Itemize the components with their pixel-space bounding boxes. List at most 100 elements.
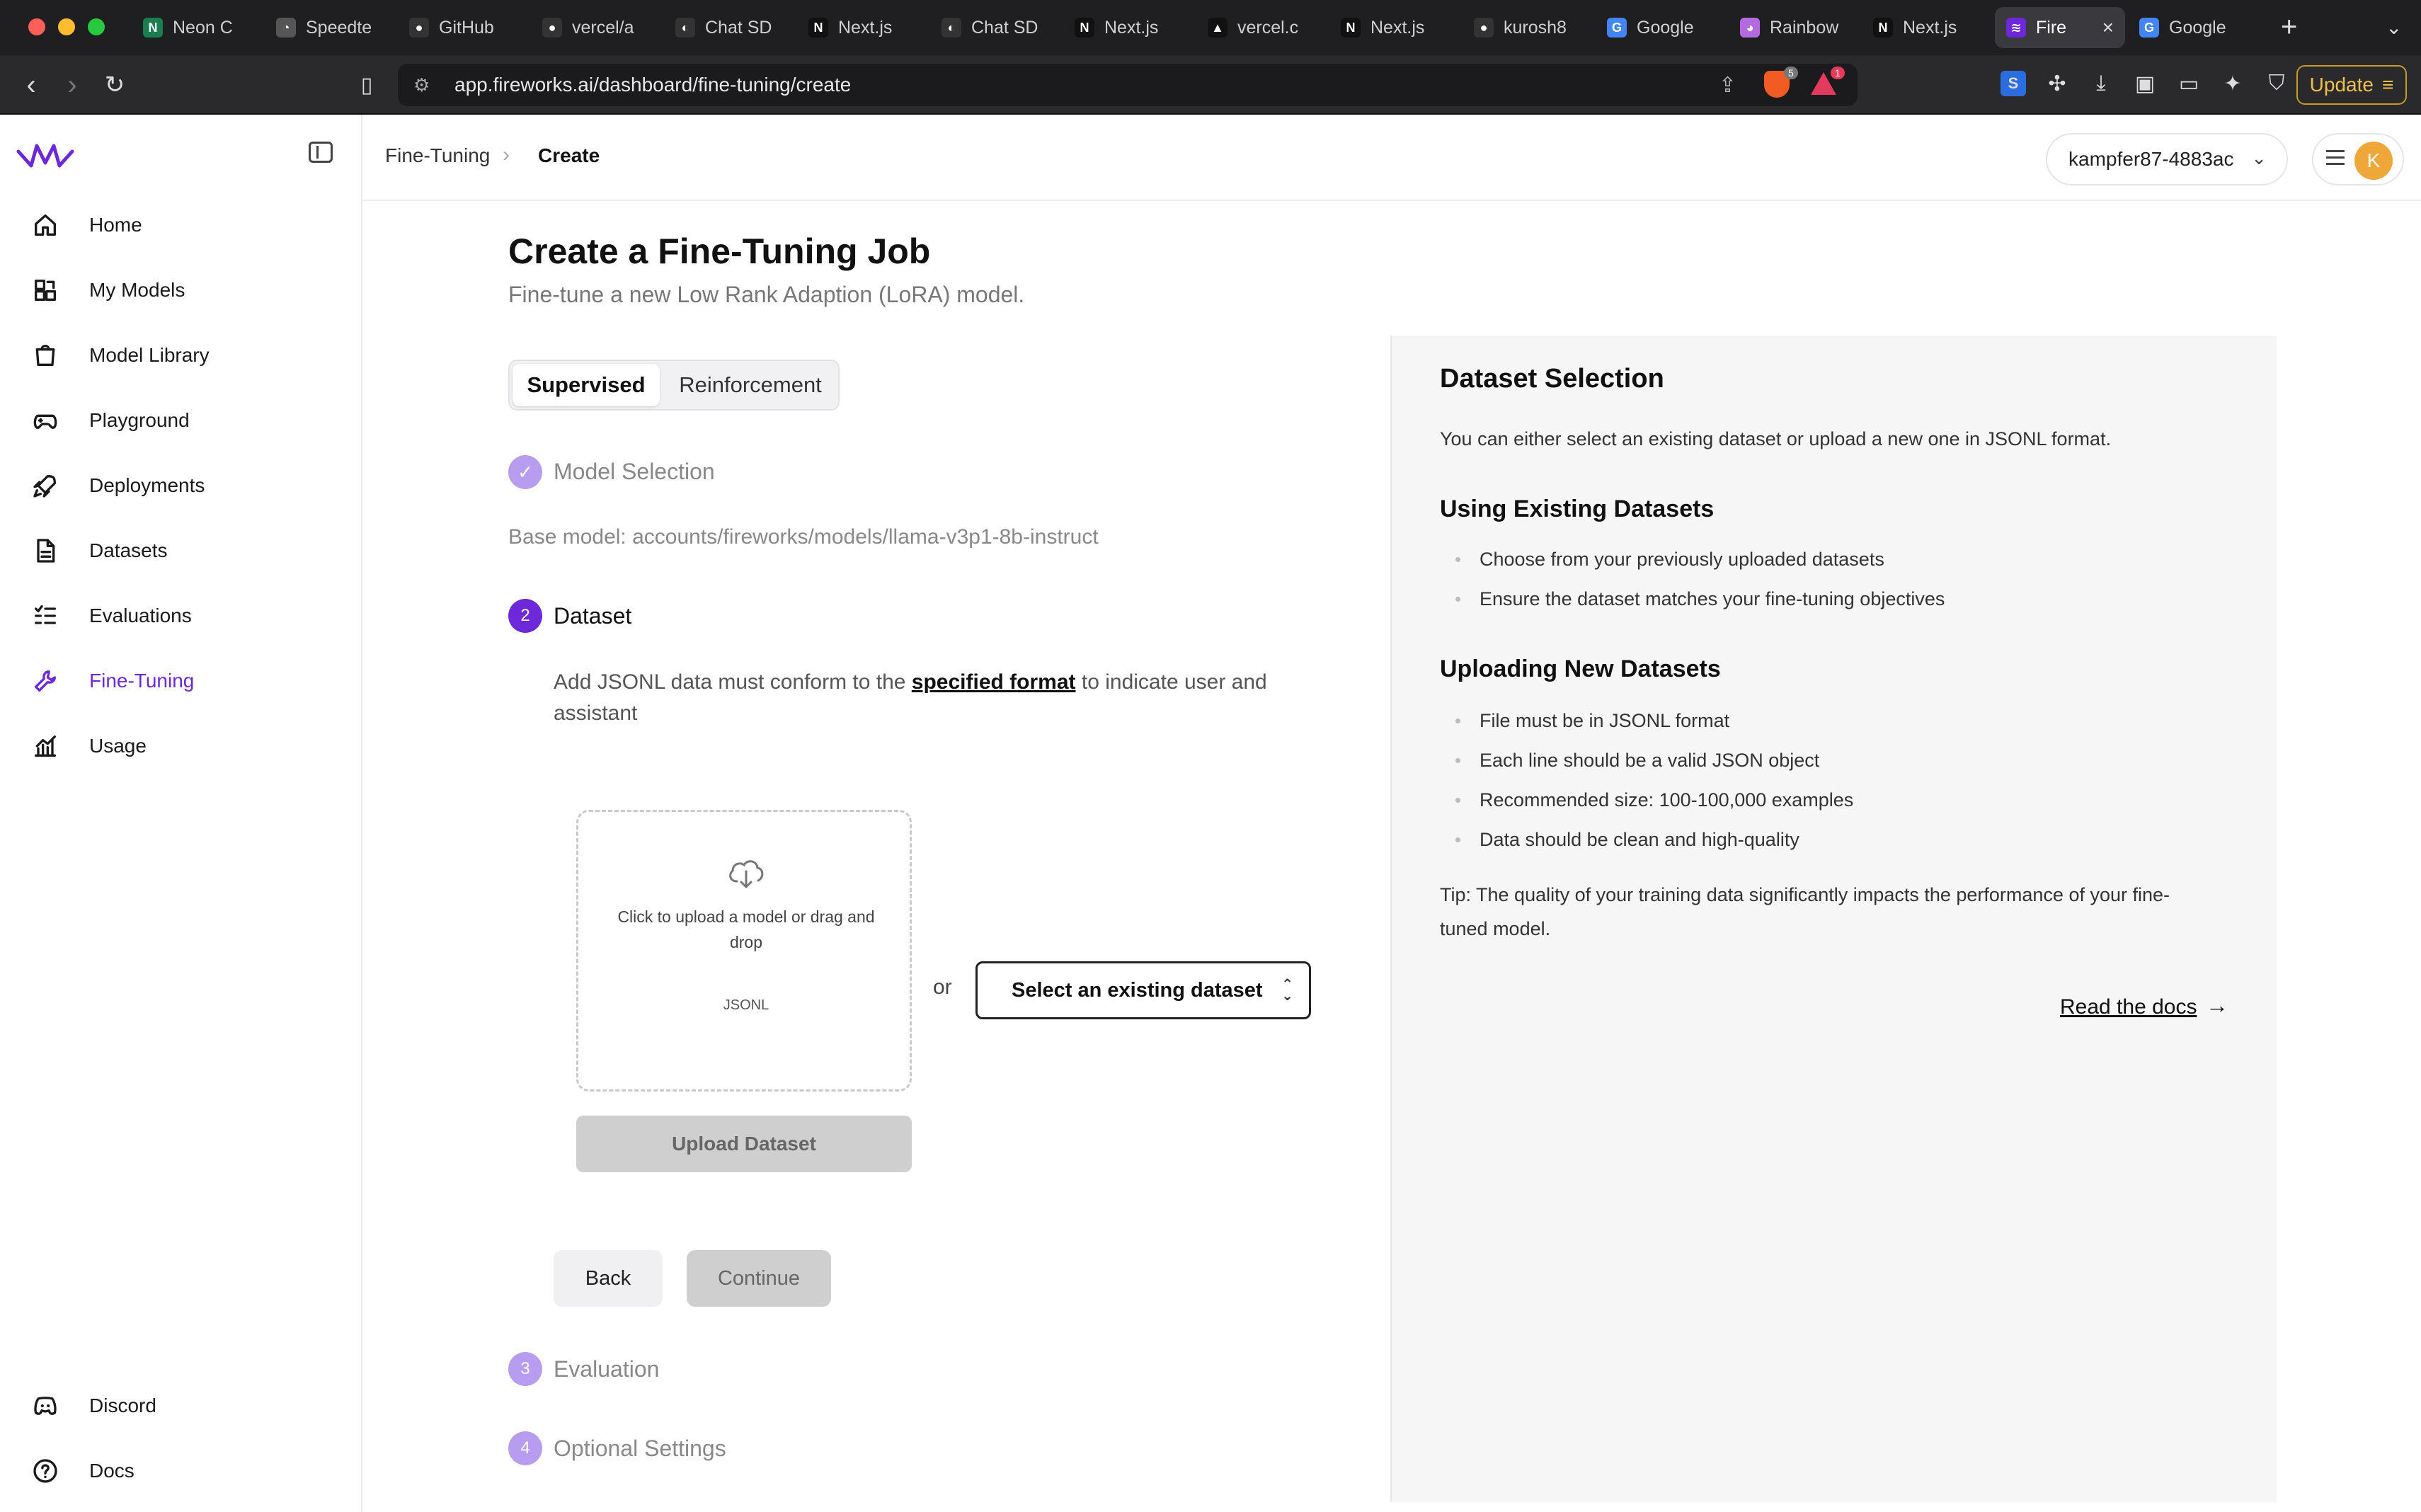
read-the-docs-link[interactable]: Read the docs	[2060, 995, 2197, 1019]
window-controls	[28, 18, 105, 35]
upload-dropzone[interactable]: Click to upload a model or drag and drop…	[576, 810, 912, 1092]
dropzone-instructions: Click to upload a model or drag and drop	[617, 907, 875, 951]
browser-tab[interactable]: ● GitHub	[398, 7, 528, 48]
close-window-button[interactable]	[28, 18, 45, 35]
tab-favicon-icon: ◐	[675, 18, 695, 38]
sidebar-item-playground[interactable]: Playground	[28, 398, 340, 443]
browser-tab[interactable]: N Next.js	[1063, 7, 1194, 48]
browser-tab[interactable]: ▲ vercel.c	[1196, 7, 1327, 48]
tab-title: Google	[1637, 17, 1694, 38]
minimize-window-button[interactable]	[58, 18, 75, 35]
user-menu-button[interactable]: K	[2312, 133, 2404, 185]
tab-title: vercel/a	[572, 17, 634, 38]
sidebar-item-usage[interactable]: Usage	[28, 723, 340, 769]
sidebar-item-label: Deployments	[89, 474, 205, 496]
browser-tab[interactable]: N Next.js	[797, 7, 927, 48]
tab-supervised[interactable]: Supervised	[513, 364, 660, 406]
continue-button[interactable]: Continue	[687, 1250, 831, 1307]
or-separator: or	[933, 975, 952, 999]
new-tab-button[interactable]: +	[2281, 11, 2297, 43]
list-item: Choose from your previously uploaded dat…	[1440, 539, 1945, 579]
step-number-badge: 4	[508, 1431, 542, 1465]
bookmark-icon[interactable]: ▯	[350, 68, 384, 102]
browser-tab[interactable]: N Neon C	[132, 7, 262, 48]
existing-dataset-select[interactable]: Select an existing dataset ⌃ ⌄	[975, 961, 1311, 1019]
sidebar-item-my-models[interactable]: My Models	[28, 268, 340, 313]
specified-format-link[interactable]: specified format	[912, 670, 1076, 694]
browser-tab[interactable]: N Next.js	[1862, 7, 1992, 48]
update-button[interactable]: Update ≡	[2296, 65, 2407, 105]
breadcrumb-create: Create	[538, 144, 600, 166]
extensions-puzzle-icon[interactable]: ✣	[2044, 71, 2070, 96]
sidebar-item-home[interactable]: Home	[28, 202, 340, 248]
zoom-window-button[interactable]	[88, 18, 105, 35]
browser-tab[interactable]: N Next.js	[1329, 7, 1460, 48]
collapse-sidebar-icon[interactable]	[309, 142, 333, 163]
dataset-desc-text: Add JSONL data must conform to the	[554, 670, 912, 694]
wallet-icon[interactable]: ▭	[2176, 71, 2202, 96]
browser-tab[interactable]: ● kurosh8	[1463, 7, 1593, 48]
downloads-icon[interactable]: ⤓	[2088, 71, 2114, 96]
panel-intro: You can either select an existing datase…	[1440, 428, 2112, 449]
url-text[interactable]: app.fireworks.ai/dashboard/fine-tuning/c…	[454, 74, 851, 96]
sidebar-item-evaluations[interactable]: Evaluations	[28, 593, 340, 638]
select-dataset-label: Select an existing dataset	[1012, 978, 1263, 1002]
forward-arrow-icon[interactable]: ›	[55, 68, 89, 102]
wrench-icon	[28, 664, 62, 698]
upload-dataset-button[interactable]: Upload Dataset	[576, 1116, 912, 1172]
sidebar-item-label: Docs	[89, 1460, 134, 1482]
browser-tab[interactable]: ◕ Rainbow	[1729, 7, 1859, 48]
breadcrumb-fine-tuning[interactable]: Fine-Tuning	[385, 144, 490, 167]
tab-reinforcement[interactable]: Reinforcement	[663, 364, 838, 406]
sidebar-item-label: Playground	[89, 409, 190, 431]
sidebar-item-datasets[interactable]: Datasets	[28, 528, 340, 573]
sidebar-toggle-icon[interactable]: ▣	[2132, 71, 2158, 96]
sidebar-item-model-library[interactable]: Model Library	[28, 333, 340, 378]
share-icon[interactable]: ⇪	[1719, 73, 1736, 98]
sidebar: Home My Models Model Library Playground Depl…	[0, 115, 362, 1512]
arrow-right-icon[interactable]: →	[2206, 992, 2228, 1019]
sidebar-item-fine-tuning[interactable]: Fine-Tuning	[28, 658, 340, 704]
browser-tab[interactable]: ◐ Chat SD	[930, 7, 1060, 48]
fireworks-logo[interactable]	[16, 136, 75, 171]
sidebar-item-docs[interactable]: Docs	[28, 1448, 340, 1494]
address-bar[interactable]: ⚙ app.fireworks.ai/dashboard/fine-tuning…	[398, 64, 1858, 106]
tab-title: Google	[2169, 17, 2226, 38]
step-optional-settings[interactable]: Optional Settings	[554, 1436, 726, 1462]
browser-tab[interactable]: ● vercel/a	[531, 7, 661, 48]
leo-ai-icon[interactable]: ✦	[2220, 71, 2245, 96]
tab-title: GitHub	[439, 17, 494, 38]
list-item: File must be in JSONL format	[1440, 701, 1853, 740]
account-selector[interactable]: kampfer87-4883ac ⌄	[2046, 133, 2288, 185]
browser-tab[interactable]: G Google	[2128, 7, 2258, 48]
tab-favicon-icon: ●	[1474, 18, 1494, 38]
chevron-down-icon: ⌄	[2251, 147, 2267, 168]
step-model-selection[interactable]: Model Selection	[554, 459, 715, 485]
tab-title: Next.js	[1104, 17, 1159, 38]
sidebar-item-discord[interactable]: Discord	[28, 1383, 340, 1428]
library-icon	[28, 338, 62, 372]
browser-tab[interactable]: G Google	[1596, 7, 1726, 48]
browser-tab[interactable]: ≋ Fire ×	[1995, 7, 2125, 48]
tab-list-chevron-icon[interactable]: ⌄	[2386, 16, 2402, 39]
site-settings-icon[interactable]: ⚙	[413, 74, 430, 96]
dropzone-format: JSONL	[723, 997, 769, 1013]
tab-favicon-icon: N	[1341, 18, 1361, 38]
back-arrow-icon[interactable]: ‹	[14, 68, 48, 102]
cloud-download-icon	[729, 860, 764, 888]
step-evaluation[interactable]: Evaluation	[554, 1356, 659, 1382]
discord-icon	[28, 1389, 62, 1423]
browser-toolbar: ‹ › ↻ ▯ ⚙ app.fireworks.ai/dashboard/fin…	[0, 55, 2421, 115]
close-tab-icon[interactable]: ×	[2102, 16, 2114, 39]
tab-favicon-icon: ◕	[1740, 18, 1760, 38]
extension-s-icon[interactable]: S	[2001, 71, 2026, 96]
panel-tip: Tip: The quality of your training data s…	[1440, 884, 2170, 939]
sidebar-item-deployments[interactable]: Deployments	[28, 463, 340, 508]
training-type-toggle: Supervised Reinforcement	[508, 360, 840, 411]
reload-icon[interactable]: ↻	[98, 68, 132, 102]
browser-tab[interactable]: ◔ Speedte	[265, 7, 395, 48]
chevron-updown-icon: ⌃ ⌄	[1281, 977, 1293, 1004]
browser-tab[interactable]: ◐ Chat SD	[664, 7, 794, 48]
vpn-shield-icon[interactable]: ⛉	[2264, 71, 2289, 96]
back-button[interactable]: Back	[554, 1250, 663, 1307]
